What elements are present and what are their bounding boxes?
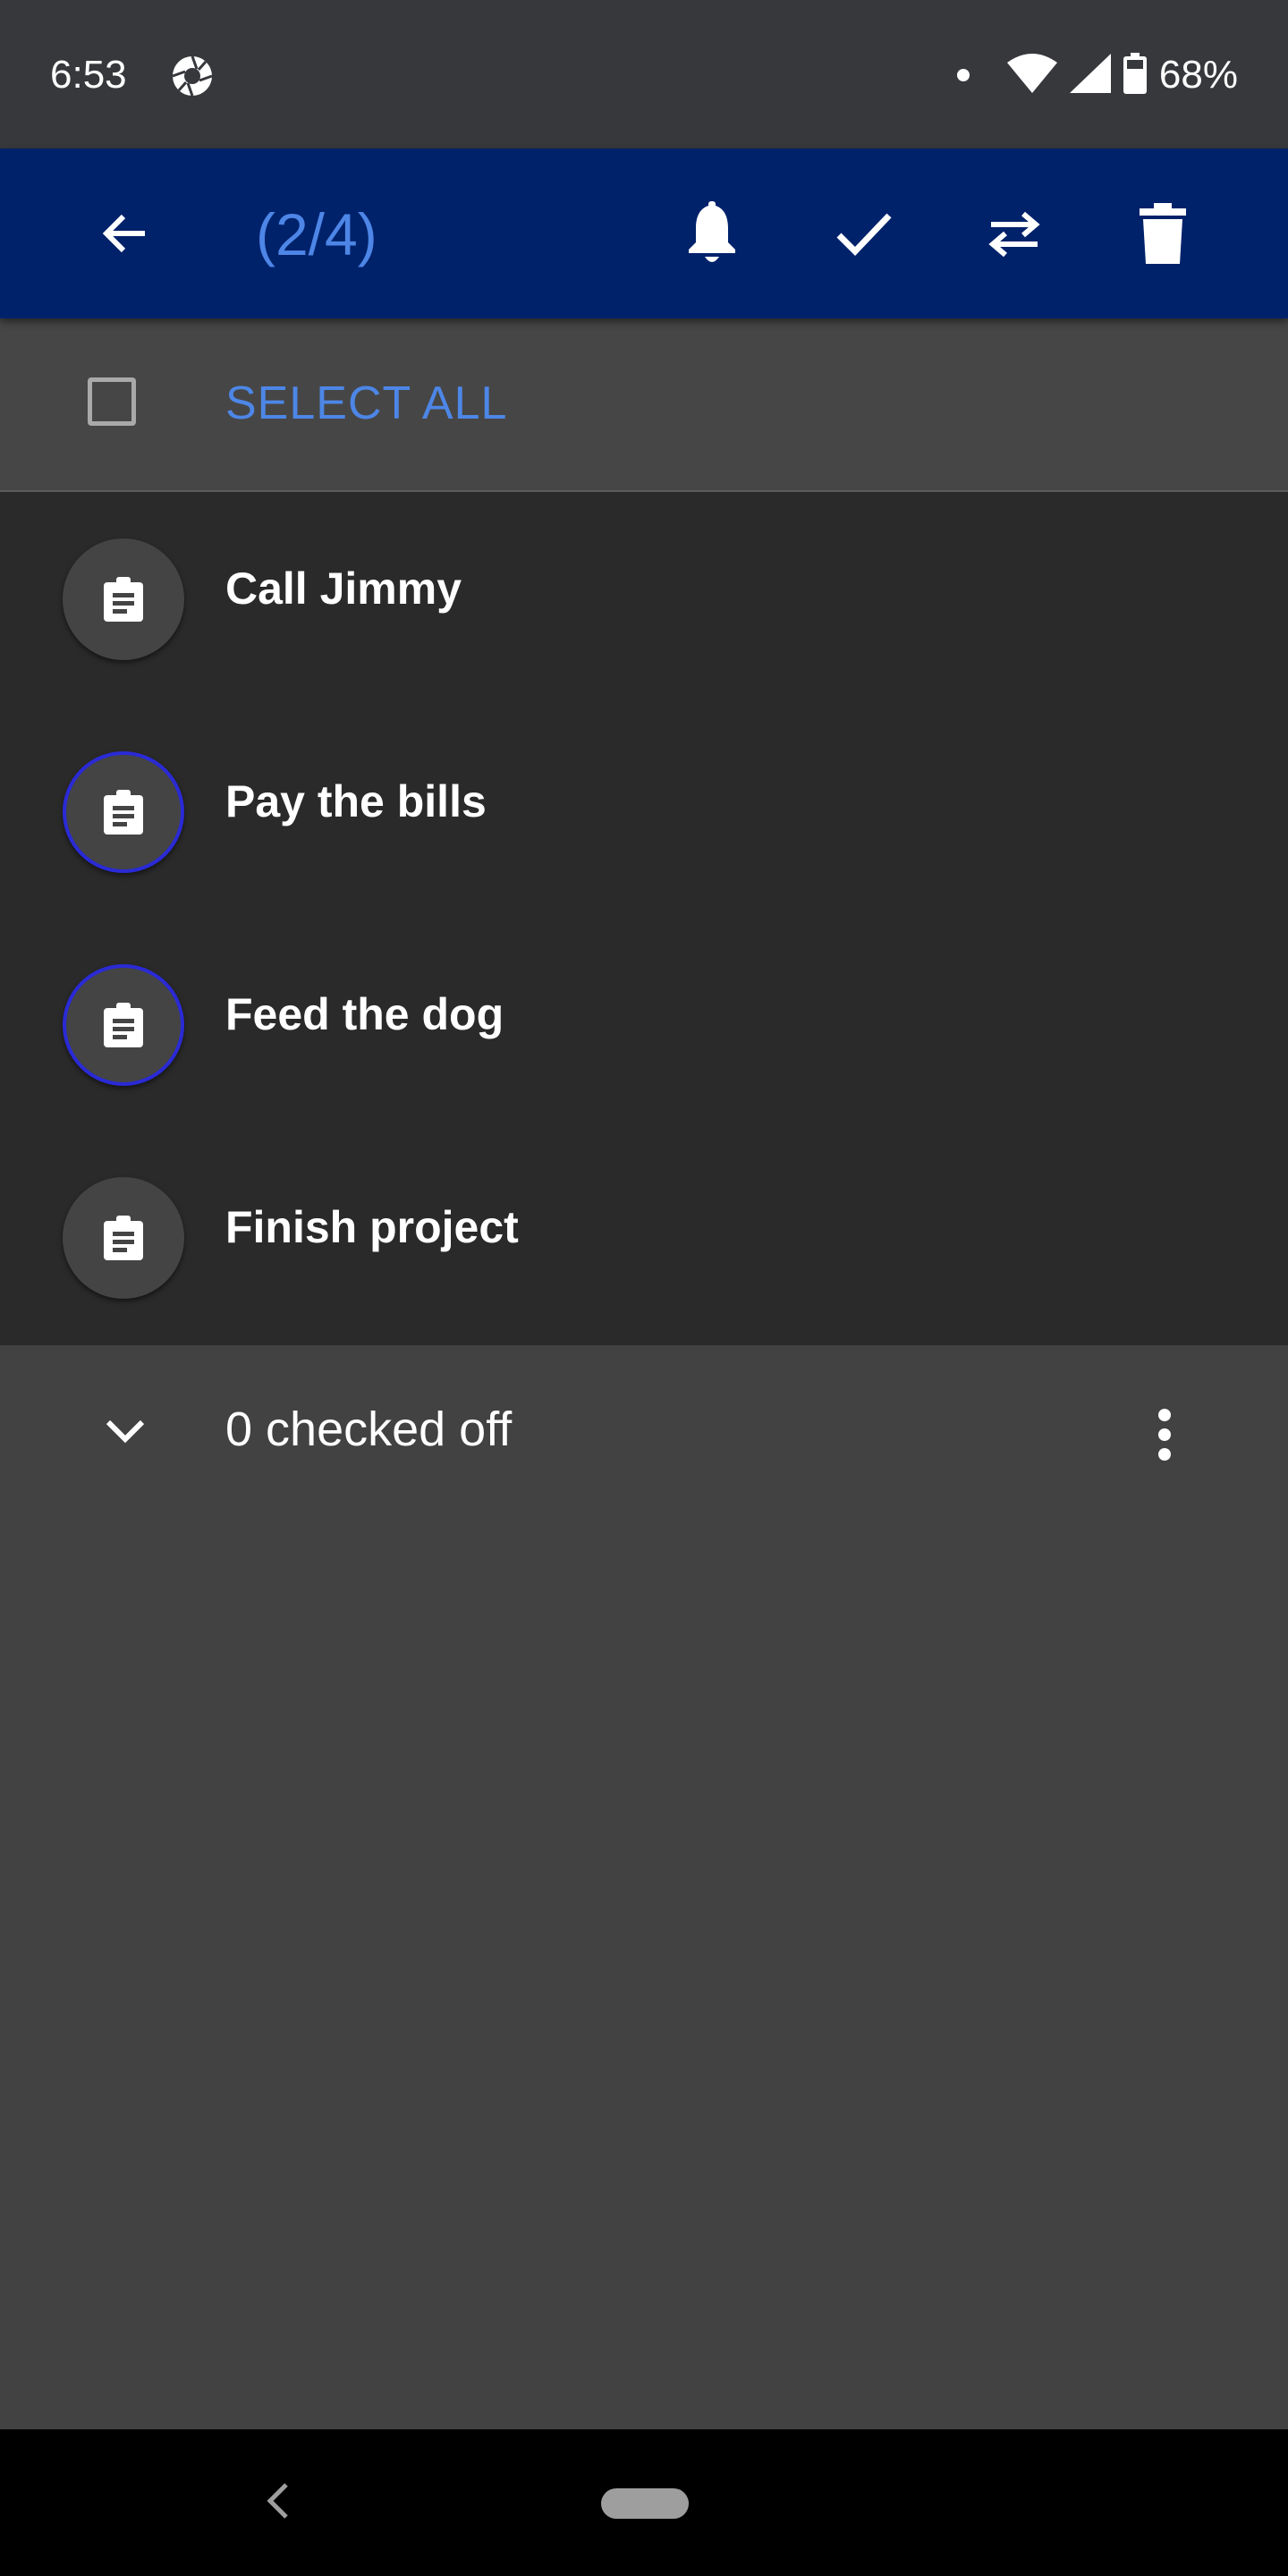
more-vert-icon[interactable] (1129, 1390, 1200, 1479)
status-bar: 6:53 68% (0, 0, 1288, 148)
swap-icon[interactable] (970, 189, 1059, 278)
battery-icon (1123, 52, 1147, 98)
clipboard-icon[interactable] (63, 1177, 184, 1299)
wifi-icon (1006, 53, 1057, 97)
select-all-bar[interactable]: SELECT ALL (0, 318, 1288, 492)
back-arrow-icon[interactable] (80, 189, 170, 278)
item-label: Finish project (225, 1202, 519, 1252)
checked-off-count: 0 checked off (225, 1402, 513, 1456)
item-label: Pay the bills (225, 776, 487, 826)
nav-back-icon[interactable] (259, 2474, 295, 2528)
app-bar: (2/4) (0, 148, 1288, 318)
list-item[interactable]: Pay the bills (0, 705, 1288, 918)
bell-icon[interactable] (667, 189, 757, 278)
item-label: Feed the dog (225, 989, 504, 1039)
system-nav-bar (0, 2429, 1288, 2576)
battery-percent: 68% (1158, 53, 1238, 97)
list-item[interactable]: Call Jimmy (0, 492, 1288, 705)
chevron-down-icon[interactable] (89, 1395, 161, 1467)
item-label: Call Jimmy (225, 564, 462, 614)
checked-off-section[interactable]: 0 checked off (0, 1345, 1288, 1542)
notification-dot-icon (956, 69, 970, 81)
list-item[interactable]: Feed the dog (0, 918, 1288, 1131)
aperture-icon (170, 54, 215, 98)
list-item[interactable]: Finish project (0, 1131, 1288, 1343)
status-icons: 68% (956, 50, 1238, 100)
select-all-label[interactable]: SELECT ALL (225, 376, 507, 431)
item-list: Call Jimmy Pay the bills Feed the dog Fi… (0, 492, 1288, 1345)
cell-signal-icon (1069, 53, 1111, 97)
check-icon[interactable] (819, 189, 909, 278)
trash-icon[interactable] (1118, 189, 1208, 278)
clipboard-icon[interactable] (63, 964, 184, 1086)
status-time: 6:53 (50, 53, 127, 97)
clipboard-icon[interactable] (63, 538, 184, 660)
nav-home-pill[interactable] (601, 2488, 689, 2519)
clipboard-icon[interactable] (63, 751, 184, 873)
selection-count: (2/4) (256, 201, 377, 267)
select-all-checkbox[interactable] (88, 377, 136, 426)
